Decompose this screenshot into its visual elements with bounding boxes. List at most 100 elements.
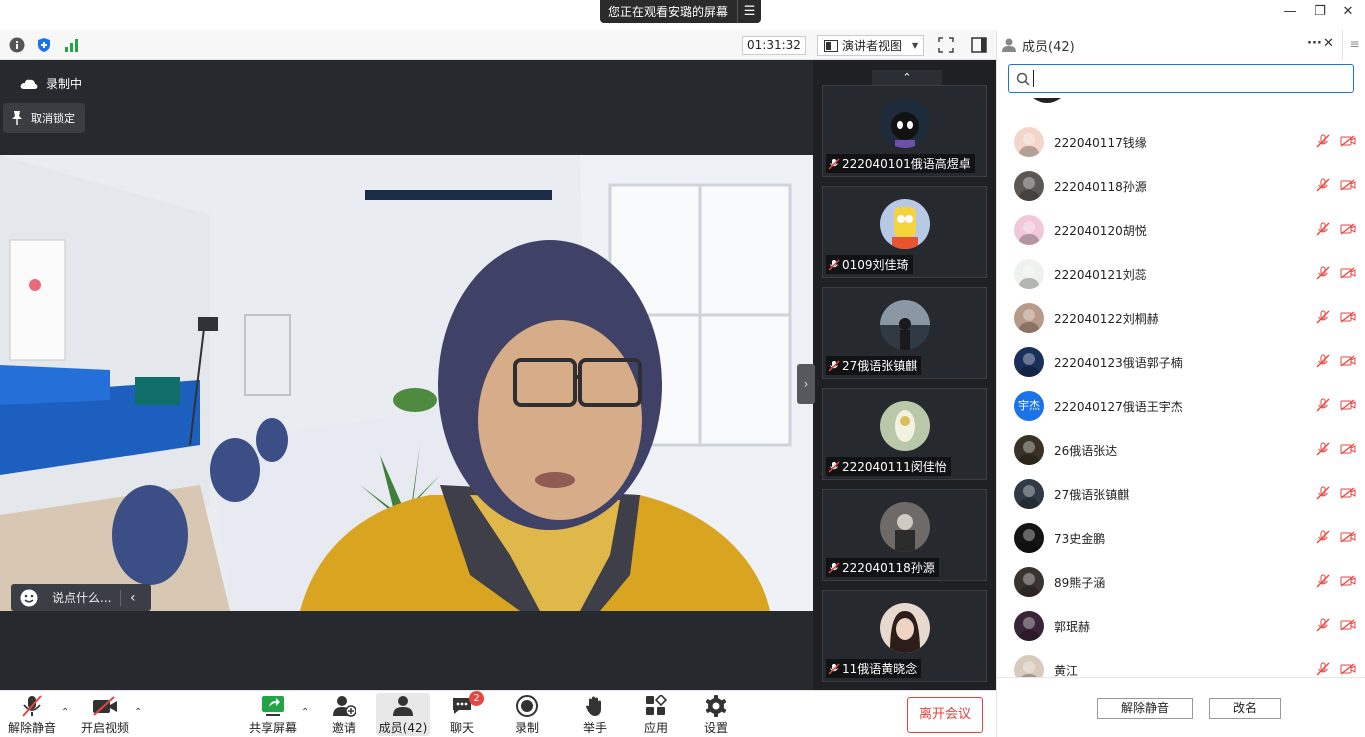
member-row[interactable]: 222040117钱缘 [997,120,1365,164]
mic-muted-icon[interactable] [1316,618,1330,635]
camera-off-icon[interactable] [1340,530,1356,546]
camera-off-icon[interactable] [1340,178,1356,194]
settings-button[interactable]: 设置 [695,693,737,736]
mic-muted-icon[interactable] [1316,178,1330,195]
chevron-up-icon[interactable]: ⌃ [872,70,942,86]
emoji-icon[interactable] [20,589,38,607]
partial-avatar [1027,98,1067,110]
mic-muted-icon[interactable] [1316,442,1330,459]
share-banner: 您正在观看安璐的屏幕 ☰ [600,0,762,23]
video-thumbnail[interactable]: 222040118孙源 [822,489,987,581]
member-avatar [1014,567,1044,597]
chevron-up-icon[interactable]: ⌃ [134,707,142,718]
mic-muted-icon[interactable] [1316,574,1330,591]
unmute-button[interactable]: 解除静音 [6,693,58,736]
view-mode-dropdown[interactable]: 演讲者视图 ▼ [817,35,924,56]
list-icon[interactable]: ☰ [737,0,761,23]
member-row[interactable]: 宇杰 222040127俄语王宇杰 [997,384,1365,428]
shield-icon[interactable] [36,37,52,53]
chevron-up-icon[interactable]: ⌃ [61,707,69,718]
close-button[interactable]: ✕ [1338,4,1358,19]
camera-off-icon[interactable] [1340,574,1356,590]
video-thumbnail[interactable]: 222040101俄语高煜卓 [822,85,987,177]
recording-label: 录制中 [46,77,83,91]
share-screen-icon [262,696,284,716]
cloud-icon [20,79,38,89]
member-name: 222040120胡悦 [1054,223,1147,238]
camera-off-icon[interactable] [1340,442,1356,458]
chat-badge: 2 [469,691,484,706]
raise-hand-button[interactable]: 举手 [574,693,616,736]
member-row[interactable]: 222040121刘蕊 [997,252,1365,296]
collapse-thumbnails-handle[interactable]: › [797,364,815,404]
mic-muted-icon[interactable] [1316,134,1330,151]
member-search-input[interactable] [1008,64,1354,93]
camera-off-icon[interactable] [1340,486,1356,502]
camera-off-icon[interactable] [1340,662,1356,678]
member-row[interactable]: 222040123俄语郭子楠 [997,340,1365,384]
fullscreen-icon[interactable] [938,37,954,53]
mic-muted-icon [828,460,840,473]
share-label: 共享屏幕 [248,721,297,735]
info-icon[interactable] [9,37,25,53]
thumbnail-name: 222040111闵佳怡 [842,460,947,474]
chevron-up-icon[interactable]: ⌃ [301,707,309,718]
mic-muted-icon[interactable] [1316,662,1330,679]
member-row[interactable]: 郭珉赫 [997,604,1365,648]
video-thumbnail[interactable]: 11俄语黄晓念 [822,590,987,682]
camera-off-icon[interactable] [1340,398,1356,414]
invite-button[interactable]: 邀请 [322,693,366,736]
main-video[interactable]: 录制中 取消锁定 说点什么... ‹ [0,60,813,690]
maximize-button[interactable]: ❐ [1310,4,1330,19]
camera-off-icon[interactable] [1340,134,1356,150]
apps-button[interactable]: 应用 [635,693,677,736]
mic-muted-icon [828,359,840,372]
member-row[interactable]: 222040118孙源 [997,164,1365,208]
unmute-all-button[interactable]: 解除静音 [1097,698,1193,719]
camera-off-icon[interactable] [1340,354,1356,370]
mic-muted-icon[interactable] [1316,222,1330,239]
camera-off-icon[interactable] [1340,266,1356,282]
member-row[interactable]: 26俄语张达 [997,428,1365,472]
mic-muted-icon[interactable] [1316,486,1330,503]
close-icon[interactable]: ✕ [1323,36,1334,51]
mic-muted-icon[interactable] [1316,266,1330,283]
mic-muted-icon[interactable] [1316,354,1330,371]
camera-off-icon[interactable] [1340,618,1356,634]
mic-muted-icon[interactable] [1316,310,1330,327]
more-icon[interactable]: ··· [1307,36,1322,51]
video-thumbnail[interactable]: 27俄语张镇麒 [822,287,987,379]
mic-muted-icon[interactable] [1316,398,1330,415]
minimize-button[interactable]: — [1280,4,1300,19]
panel-header: 成员(42) ··· ✕ [997,30,1337,60]
mic-muted-icon [828,258,840,271]
record-button[interactable]: 录制 [506,693,548,736]
member-row[interactable]: 黄江 [997,648,1365,678]
panel-toggle-icon[interactable] [971,37,987,53]
members-button[interactable]: 成员(42) [376,693,430,736]
member-row[interactable]: 222040120胡悦 [997,208,1365,252]
thumbnail-name: 222040101俄语高煜卓 [842,157,971,171]
leave-meeting-button[interactable]: 离开会议 [907,697,983,733]
member-name: 27俄语张镇麒 [1054,487,1130,502]
quick-chat-input[interactable]: 说点什么... ‹ [11,584,151,611]
start-video-button[interactable]: 开启视频 [79,693,131,736]
member-row[interactable]: 27俄语张镇麒 [997,472,1365,516]
chat-button[interactable]: 2 聊天 [441,691,484,736]
camera-off-icon[interactable] [1340,310,1356,326]
camera-off-icon[interactable] [1340,222,1356,238]
member-row[interactable]: 222040122刘桐赫 [997,296,1365,340]
mic-muted-icon[interactable] [1316,530,1330,547]
video-thumbnail[interactable]: 222040111闵佳怡 [822,388,987,480]
unlock-button[interactable]: 取消锁定 [3,103,85,133]
view-mode-label: 演讲者视图 [842,39,903,53]
member-row[interactable]: 73史金鹏 [997,516,1365,560]
mic-muted-icon [828,662,840,675]
chevron-left-icon[interactable]: ‹ [130,590,136,606]
rename-button[interactable]: 改名 [1209,698,1281,719]
share-screen-button[interactable]: 共享屏幕 [247,693,299,736]
video-thumbnail[interactable]: 0109刘佳琦 [822,186,987,278]
signal-icon[interactable] [64,37,80,53]
member-row[interactable]: 89熊子涵 [997,560,1365,604]
sidebar-menu-icon[interactable]: ≡ [1342,30,1365,60]
